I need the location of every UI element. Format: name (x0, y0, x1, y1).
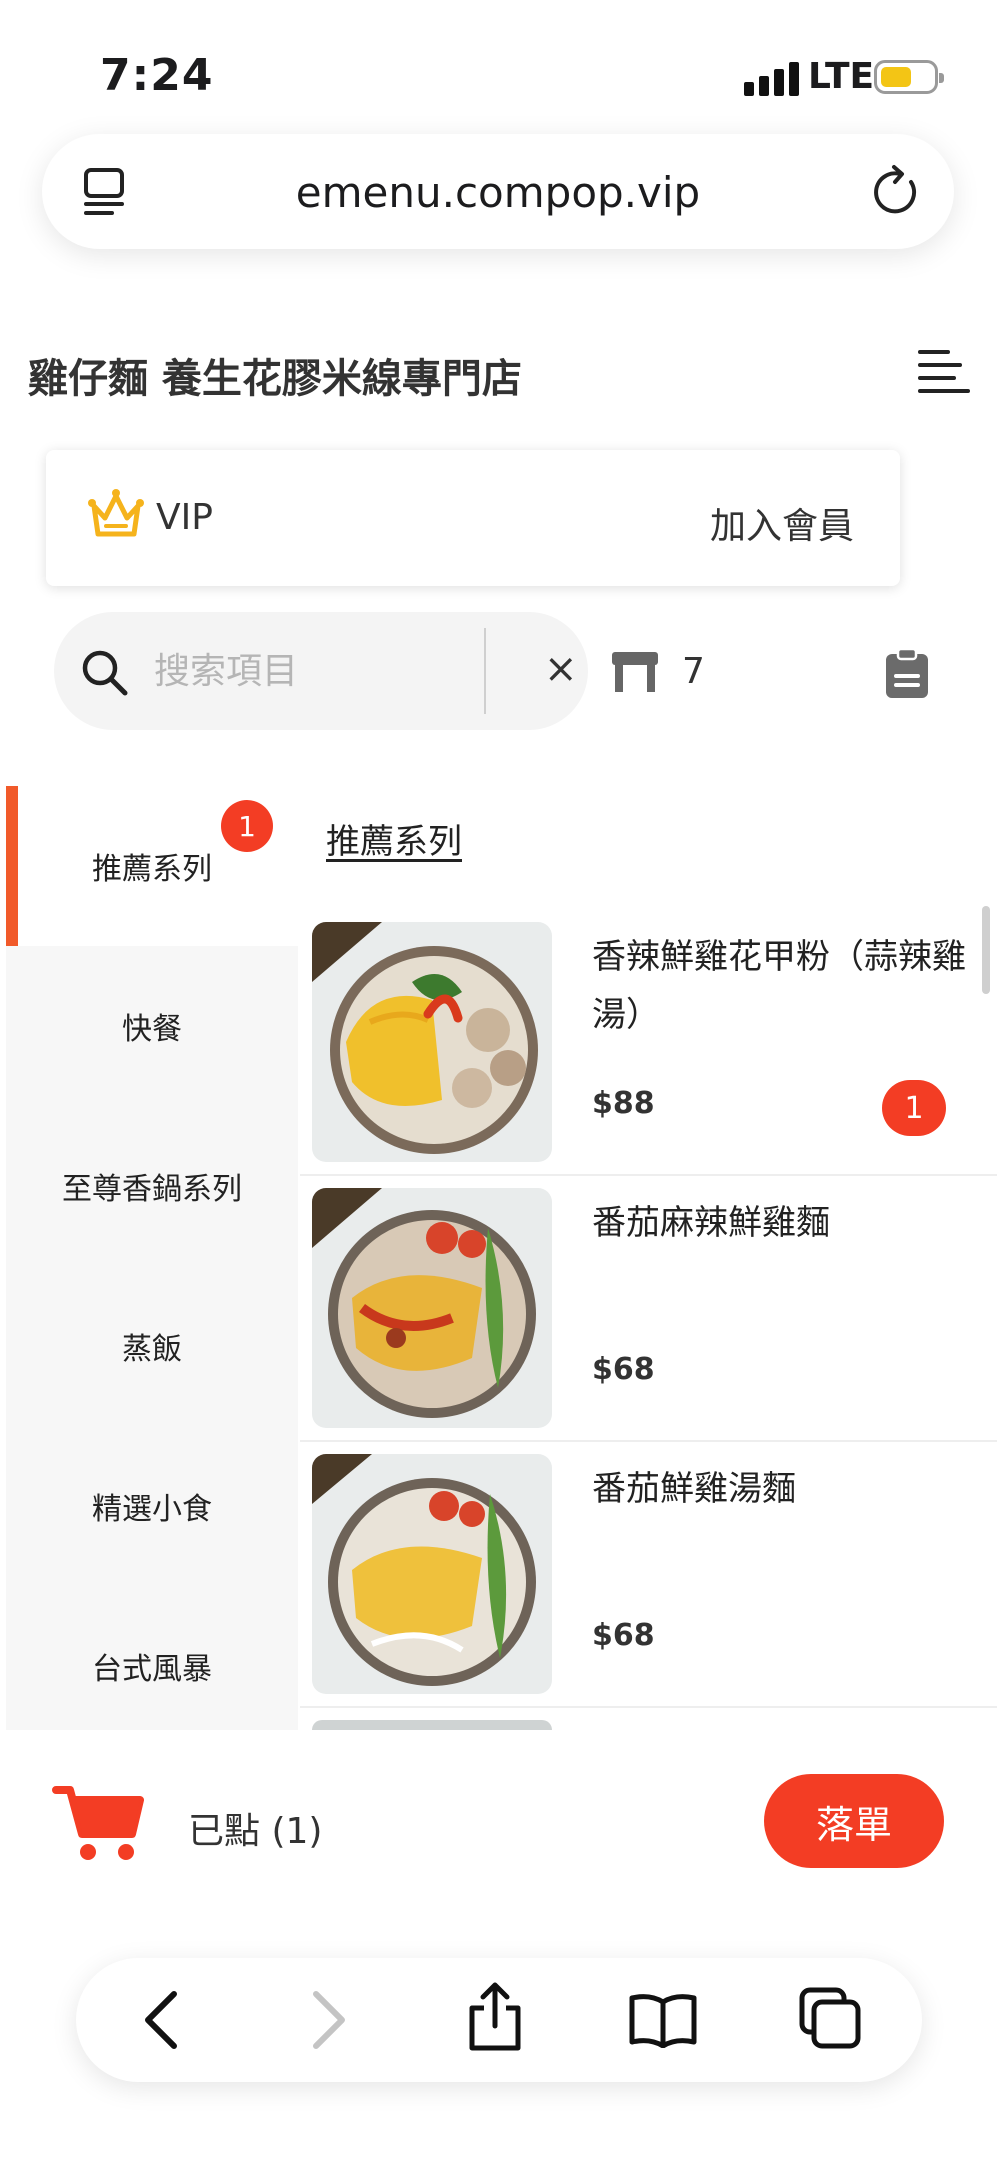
item-name: 香辣鮮雞花甲粉（蒜辣雞湯） (592, 937, 966, 1035)
item-qty-badge: 1 (882, 1080, 946, 1136)
category-hotpot[interactable]: 至尊香鍋系列 (6, 1106, 298, 1266)
address-bar[interactable]: emenu.compop.vip (42, 134, 954, 249)
table-number: 7 (682, 651, 705, 692)
vip-card[interactable]: VIP 加入會員 (46, 450, 900, 586)
cart-summary: 已點 (1) (188, 1811, 323, 1852)
menu-item[interactable]: 香辣鮮雞花甲粉（蒜辣雞湯） $88 1 (300, 910, 997, 1176)
share-icon[interactable] (466, 1982, 524, 2056)
category-sidebar: 推薦系列 快餐 至尊香鍋系列 蒸飯 精選小食 台式風暴 (6, 786, 298, 1730)
battery-icon (874, 60, 944, 94)
item-price: $88 (592, 1086, 655, 1121)
store-title: 雞仔麵 養生花膠米線專門店 (28, 356, 522, 402)
food-photo (312, 1720, 552, 1730)
category-count-badge: 1 (221, 800, 273, 852)
url-text[interactable]: emenu.compop.vip (42, 168, 954, 217)
menu-item[interactable]: 番茄鮮雞湯麵 $68 (300, 1442, 997, 1708)
food-photo (312, 922, 552, 1162)
item-name: 番茄麻辣鮮雞麵 (592, 1203, 830, 1243)
category-snacks[interactable]: 精選小食 (6, 1426, 298, 1586)
search-input[interactable] (154, 638, 514, 704)
back-icon[interactable] (136, 1988, 188, 2056)
cellular-signal-icon (744, 62, 799, 96)
clear-search-icon[interactable]: × (544, 646, 578, 692)
table-icon (610, 650, 660, 698)
list-scrollbar[interactable] (982, 906, 990, 994)
menu-icon[interactable] (918, 348, 970, 400)
category-taiwanese[interactable]: 台式風暴 (6, 1586, 298, 1746)
place-order-button[interactable]: 落單 (764, 1774, 944, 1868)
category-steamed-rice[interactable]: 蒸飯 (6, 1266, 298, 1426)
reload-icon[interactable] (872, 164, 922, 222)
cart-bar: 已點 (1) 落單 (0, 1730, 997, 1890)
crown-icon (88, 486, 144, 548)
section-title: 推薦系列 (326, 822, 462, 862)
item-price: $68 (592, 1352, 655, 1387)
item-price: $68 (592, 1618, 655, 1653)
network-type: LTE (808, 56, 875, 97)
search-divider (484, 628, 486, 714)
food-photo (312, 1454, 552, 1694)
tabs-icon[interactable] (798, 1986, 862, 2054)
cart-icon[interactable] (52, 1782, 144, 1866)
join-member-button[interactable]: 加入會員 (710, 497, 854, 549)
item-name: 番茄鮮雞湯麵 (592, 1469, 796, 1509)
search-bar: × (54, 612, 588, 730)
category-fast-food[interactable]: 快餐 (6, 946, 298, 1106)
menu-item[interactable]: 番茄麻辣鮮雞麵 $68 (300, 1176, 997, 1442)
browser-toolbar (76, 1958, 922, 2082)
bookmarks-icon[interactable] (628, 1992, 698, 2052)
food-photo (312, 1188, 552, 1428)
status-time: 7:24 (100, 50, 214, 101)
search-icon (80, 648, 130, 702)
clipboard-icon[interactable] (884, 647, 930, 704)
vip-label: VIP (156, 497, 213, 538)
menu-item[interactable] (300, 1708, 997, 1730)
forward-icon[interactable] (302, 1988, 354, 2056)
